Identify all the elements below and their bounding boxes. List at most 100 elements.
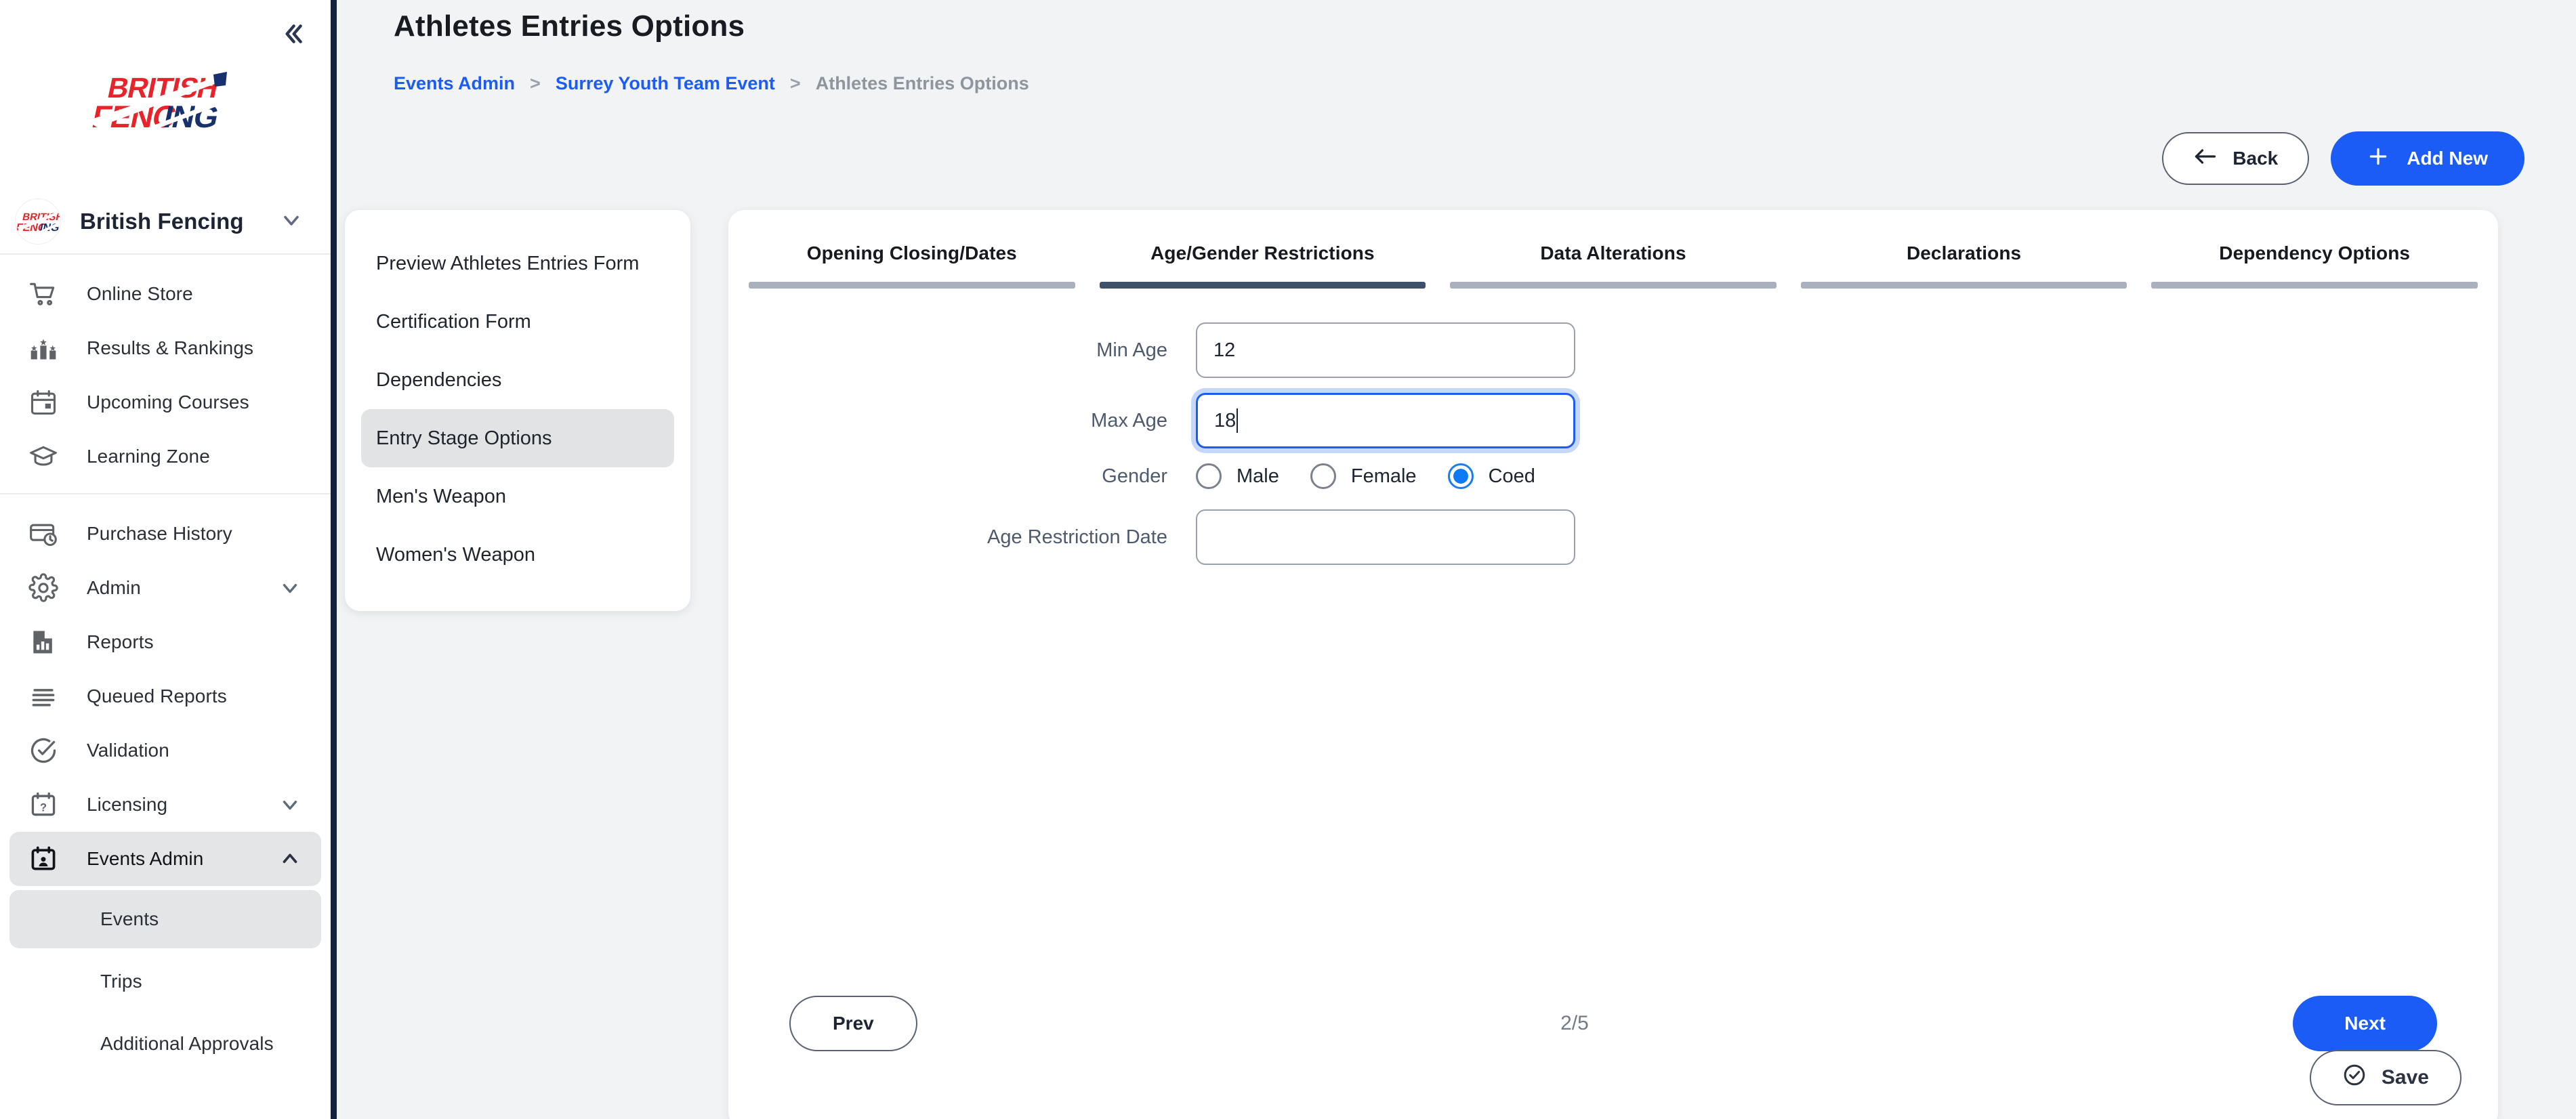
svg-text:?: ?: [40, 802, 47, 814]
chevron-double-left-icon: [279, 20, 306, 47]
min-age-input[interactable]: 12: [1196, 322, 1575, 378]
sidebar-item-label: Reports: [87, 631, 154, 652]
org-switcher[interactable]: BRITISH FENC ING British Fencing: [0, 190, 331, 255]
british-fencing-logo: BRITISH FENC ING: [87, 72, 247, 140]
sidebar-item-results-rankings[interactable]: Results & Rankings: [9, 321, 321, 375]
tab-label: Age/Gender Restrictions: [1150, 242, 1375, 263]
sidebar-item-label: Validation: [87, 740, 169, 761]
sidebar-item-purchase-history[interactable]: Purchase History: [9, 507, 321, 561]
max-age-control: 18: [1196, 393, 1575, 448]
gear-icon: [28, 573, 65, 603]
sidebar-item-label: Licensing: [87, 794, 168, 815]
option-label: Women's Weapon: [376, 543, 535, 566]
option-preview-athletes-entries-form[interactable]: Preview Athletes Entries Form: [361, 234, 674, 293]
tab-bar: Opening Closing/Dates Age/Gender Restric…: [728, 228, 2498, 289]
sidebar-item-label: Purchase History: [87, 523, 232, 544]
entry-stage-options-panel: Opening Closing/Dates Age/Gender Restric…: [728, 210, 2498, 1119]
breadcrumb-link-surrey-youth-team-event[interactable]: Surrey Youth Team Event: [556, 73, 775, 94]
sidebar-subitem-trips[interactable]: Trips: [9, 952, 321, 1011]
max-age-value: 18: [1214, 409, 1237, 431]
sidebar-item-label: Queued Reports: [87, 685, 227, 706]
radio-icon: [1196, 463, 1222, 489]
option-womens-weapon[interactable]: Women's Weapon: [361, 526, 674, 584]
option-dependencies[interactable]: Dependencies: [361, 351, 674, 409]
podium-icon: [28, 333, 65, 363]
option-certification-form[interactable]: Certification Form: [361, 293, 674, 351]
prev-button[interactable]: Prev: [789, 996, 917, 1051]
add-new-button-label: Add New: [2407, 148, 2488, 169]
max-age-input[interactable]: 18: [1196, 393, 1575, 448]
main-content: Athletes Entries Options Events Admin > …: [337, 0, 2576, 1119]
org-avatar: BRITISH FENC ING: [15, 198, 61, 245]
next-button-label: Next: [2344, 1013, 2386, 1034]
field-row-age-restriction-date: Age Restriction Date: [728, 509, 2498, 565]
sidebar-item-online-store[interactable]: Online Store: [9, 267, 321, 321]
tab-underline: [2151, 282, 2478, 289]
calendar-question-icon: ?: [28, 790, 65, 820]
save-area: Save: [2309, 1050, 2461, 1105]
sidebar-item-learning-zone[interactable]: Learning Zone: [9, 429, 321, 484]
breadcrumb-separator: >: [789, 73, 801, 93]
sidebar: BRITISH FENC ING BRITISH FENC ING: [0, 0, 337, 1119]
age-restriction-date-control: [1196, 509, 1575, 565]
chevron-up-icon[interactable]: [276, 847, 304, 870]
gender-radio-female[interactable]: Female: [1310, 463, 1417, 489]
breadcrumb-separator: >: [530, 73, 541, 93]
tab-data-alterations[interactable]: Data Alterations: [1438, 228, 1789, 289]
sidebar-item-label: Learning Zone: [87, 446, 210, 467]
sidebar-item-validation[interactable]: Validation: [9, 723, 321, 778]
tab-declarations[interactable]: Declarations: [1789, 228, 2140, 289]
gender-radio-male[interactable]: Male: [1196, 463, 1279, 489]
sidebar-subitem-events[interactable]: Events: [9, 890, 321, 948]
save-button[interactable]: Save: [2309, 1050, 2461, 1105]
breadcrumb-link-events-admin[interactable]: Events Admin: [394, 73, 515, 94]
sidebar-subitem-label: Trips: [100, 971, 142, 992]
queue-list-icon: [28, 681, 65, 711]
tab-label: Data Alterations: [1540, 242, 1686, 263]
option-mens-weapon[interactable]: Men's Weapon: [361, 467, 674, 526]
gender-radio-label: Coed: [1488, 465, 1535, 487]
check-circle-icon: [2342, 1063, 2367, 1093]
next-button[interactable]: Next: [2293, 996, 2437, 1051]
british-fencing-avatar-icon: BRITISH FENC ING: [16, 200, 60, 243]
add-new-button[interactable]: Add New: [2331, 131, 2525, 186]
tab-age-gender-restrictions[interactable]: Age/Gender Restrictions: [1087, 228, 1438, 289]
back-button[interactable]: Back: [2162, 132, 2310, 185]
sidebar-subitem-label: Events: [100, 908, 159, 929]
tab-underline: [749, 282, 1075, 289]
card-clock-icon: [28, 519, 65, 549]
sidebar-group-primary: Online Store Results & Rankings Upcoming…: [0, 255, 331, 493]
sidebar-collapse-button[interactable]: [274, 15, 312, 53]
age-restriction-date-input[interactable]: [1196, 509, 1575, 565]
age-restriction-date-label: Age Restriction Date: [987, 526, 1167, 548]
tab-opening-closing-dates[interactable]: Opening Closing/Dates: [736, 228, 1087, 289]
sidebar-item-reports[interactable]: Reports: [9, 615, 321, 669]
sidebar-item-events-admin[interactable]: Events Admin: [9, 832, 321, 886]
tab-underline: [1800, 282, 2127, 289]
sidebar-subitem-additional-approvals[interactable]: Additional Approvals: [9, 1015, 321, 1073]
tab-label: Declarations: [1906, 242, 2022, 263]
app-root: BRITISH FENC ING BRITISH FENC ING: [0, 0, 2576, 1119]
age-gender-form: Min Age 12 Max Age 18 Gender Male Female…: [728, 289, 2498, 565]
pager-count: 2/5: [1560, 1012, 1589, 1034]
chevron-down-icon[interactable]: [276, 793, 304, 816]
option-label: Men's Weapon: [376, 485, 506, 507]
gender-radio-coed[interactable]: Coed: [1447, 463, 1535, 489]
sidebar-item-queued-reports[interactable]: Queued Reports: [9, 669, 321, 723]
chevron-down-icon[interactable]: [276, 576, 304, 599]
page-title: Athletes Entries Options: [394, 9, 745, 43]
save-button-label: Save: [2381, 1066, 2429, 1089]
option-label: Entry Stage Options: [376, 427, 552, 449]
sidebar-item-label: Upcoming Courses: [87, 392, 249, 413]
chevron-down-icon[interactable]: [279, 208, 304, 236]
gender-radio-label: Female: [1350, 465, 1417, 487]
sidebar-item-upcoming-courses[interactable]: Upcoming Courses: [9, 375, 321, 429]
option-entry-stage-options[interactable]: Entry Stage Options: [361, 409, 674, 467]
tab-dependency-options[interactable]: Dependency Options: [2139, 228, 2490, 289]
plus-icon: [2367, 146, 2389, 172]
sidebar-item-admin[interactable]: Admin: [9, 561, 321, 615]
gender-control: Male Female Coed: [1196, 463, 1566, 489]
max-age-label: Max Age: [1091, 409, 1167, 431]
sidebar-item-licensing[interactable]: ? Licensing: [9, 778, 321, 832]
field-row-min-age: Min Age 12: [728, 322, 2498, 378]
